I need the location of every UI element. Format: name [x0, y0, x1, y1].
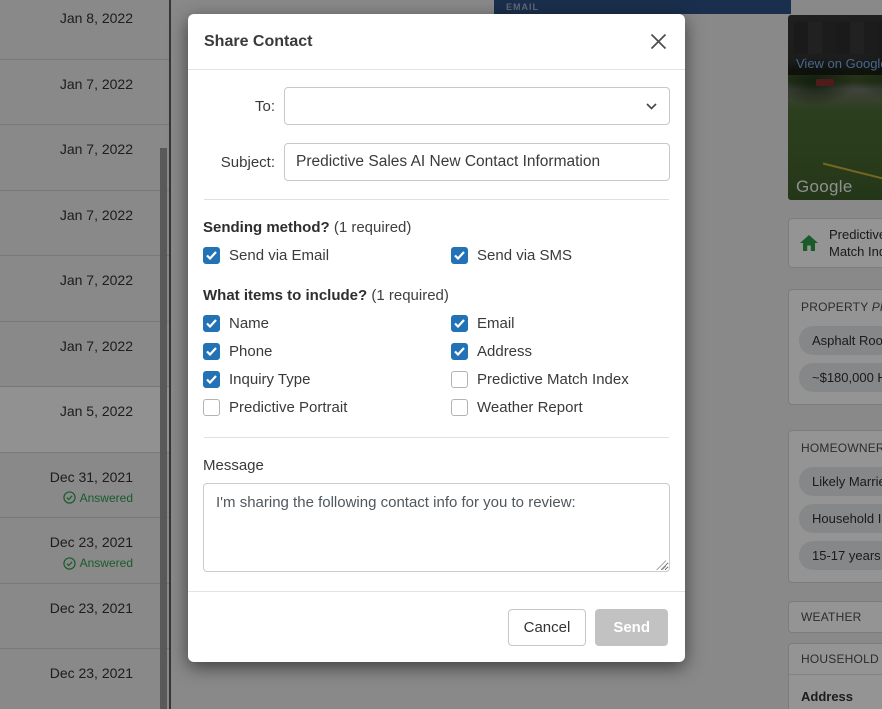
checkbox-weather-report[interactable]: Weather Report — [451, 399, 670, 416]
checkbox-icon — [451, 315, 468, 332]
message-field-wrap: I'm sharing the following contact info f… — [203, 483, 670, 577]
checkbox-label: Inquiry Type — [229, 371, 311, 388]
checkbox-label: Predictive Portrait — [229, 399, 348, 416]
modal-body: To: Subject: Sending method? (1 required… — [188, 70, 685, 577]
checkbox-inquiry-type[interactable]: Inquiry Type — [203, 371, 451, 388]
checkbox-label: Email — [477, 315, 515, 332]
screen: EMAIL Jan 8, 2022 Jan 7, 2022 Jan 7, 202… — [0, 0, 882, 709]
checkbox-icon — [203, 247, 220, 264]
modal-footer: Cancel Send — [188, 591, 685, 662]
checkbox-phone[interactable]: Phone — [203, 343, 451, 360]
checkbox-label: Phone — [229, 343, 273, 360]
checkbox-icon — [451, 371, 468, 388]
checkbox-label: Address — [477, 343, 533, 360]
checkbox-icon — [203, 371, 220, 388]
chevron-down-icon — [646, 103, 657, 110]
divider — [204, 199, 669, 200]
to-label: To: — [254, 97, 275, 115]
sending-method-options: Send via Email Send via SMS — [203, 247, 670, 264]
checkbox-label: Send via SMS — [477, 247, 573, 264]
sending-method-heading: Sending method? (1 required) — [203, 219, 412, 236]
checkbox-send-via-sms[interactable]: Send via SMS — [451, 247, 670, 264]
checkbox-email[interactable]: Email — [451, 315, 670, 332]
message-textarea[interactable]: I'm sharing the following contact info f… — [203, 483, 670, 572]
share-contact-modal: Share Contact To: Subject: Sending metho… — [188, 14, 685, 662]
divider — [204, 437, 669, 438]
checkbox-icon — [203, 399, 220, 416]
modal-header: Share Contact — [188, 14, 685, 70]
checkbox-label: Weather Report — [477, 399, 583, 416]
close-icon[interactable] — [648, 31, 669, 52]
subject-row: Subject: — [203, 143, 670, 181]
send-button[interactable]: Send — [595, 608, 668, 646]
checkbox-label: Predictive Match Index — [477, 371, 629, 388]
subject-label: Subject: — [220, 153, 275, 171]
items-heading: What items to include? (1 required) — [203, 287, 449, 304]
checkbox-predictive-portrait[interactable]: Predictive Portrait — [203, 399, 451, 416]
checkbox-icon — [203, 315, 220, 332]
to-select[interactable] — [284, 87, 670, 125]
checkbox-icon — [203, 343, 220, 360]
subject-input[interactable] — [284, 143, 670, 181]
modal-title: Share Contact — [204, 32, 313, 50]
to-row: To: — [203, 87, 670, 125]
checkbox-label: Name — [229, 315, 270, 332]
checkbox-address[interactable]: Address — [451, 343, 670, 360]
checkbox-name[interactable]: Name — [203, 315, 451, 332]
checkbox-predictive-match-index[interactable]: Predictive Match Index — [451, 371, 670, 388]
checkbox-icon — [451, 399, 468, 416]
cancel-button[interactable]: Cancel — [507, 608, 587, 646]
checkbox-send-via-email[interactable]: Send via Email — [203, 247, 451, 264]
checkbox-icon — [451, 247, 468, 264]
message-label: Message — [203, 457, 264, 474]
items-block: What items to include? (1 required) Name… — [203, 287, 670, 416]
checkbox-label: Send via Email — [229, 247, 330, 264]
items-options: Name Email Phone Address Inquiry Type Pr… — [203, 315, 670, 416]
checkbox-icon — [451, 343, 468, 360]
